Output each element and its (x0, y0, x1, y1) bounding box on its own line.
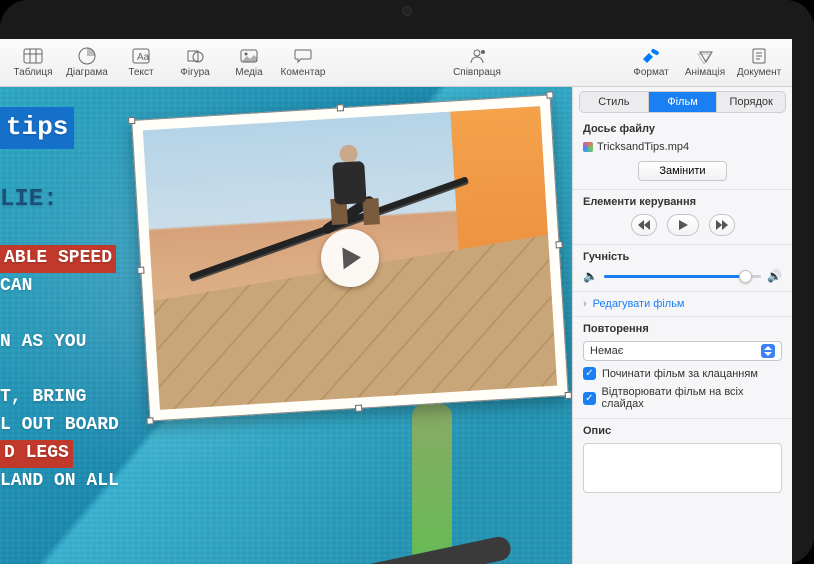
resize-handle[interactable] (137, 267, 144, 274)
svg-text:Aa: Aa (137, 52, 150, 63)
resize-handle[interactable] (337, 104, 344, 111)
select-arrows-icon (761, 344, 775, 358)
resize-handle[interactable] (128, 117, 135, 124)
toolbar-animate-button[interactable]: Анімація (678, 41, 732, 85)
toolbar-table-button[interactable]: Таблиця (6, 41, 60, 85)
resize-handle[interactable] (355, 405, 362, 412)
toolbar-label: Співпраця (453, 67, 501, 78)
checkbox-checked-icon: ✓ (583, 392, 596, 405)
toolbar-label: Анімація (685, 67, 725, 78)
toolbar-label: Формат (633, 67, 669, 78)
tab-style[interactable]: Стиль (580, 92, 649, 112)
checkbox-start-on-click[interactable]: ✓ Починати фільм за клацанням (583, 367, 782, 380)
resize-handle[interactable] (546, 91, 553, 98)
toolbar-comment-button[interactable]: Коментар (276, 41, 330, 85)
toolbar-format-button[interactable]: Формат (624, 41, 678, 85)
chevron-right-icon: › (583, 298, 587, 310)
section-heading: Досьє файлу (583, 123, 782, 135)
section-heading: Повторення (583, 323, 782, 335)
checkbox-label: Відтворювати фільм на всіх слайдах (602, 386, 782, 410)
toolbar-label: Документ (737, 67, 781, 78)
toolbar-shape-button[interactable]: Фігура (168, 41, 222, 85)
play-button[interactable] (667, 214, 699, 236)
replace-button[interactable]: Замінити (638, 161, 726, 181)
media-icon (237, 47, 261, 65)
file-section: Досьє файлу TricksandTips.mp4 Замінити (573, 117, 792, 190)
format-icon (639, 47, 663, 65)
toolbar-collab-button[interactable]: Співпраця (450, 41, 504, 85)
checkbox-play-all-slides[interactable]: ✓ Відтворювати фільм на всіх слайдах (583, 386, 782, 410)
controls-section: Елементи керування (573, 190, 792, 245)
filename-label: TricksandTips.mp4 (597, 141, 689, 153)
resize-handle[interactable] (146, 417, 153, 424)
toolbar-label: Текст (128, 67, 153, 78)
shape-icon (183, 47, 207, 65)
video-object[interactable] (131, 94, 569, 421)
volume-max-icon: 🔊 (767, 269, 782, 283)
toolbar-left-group: Таблиця Діаграма Aa Текст Фігура Медіа (6, 41, 330, 85)
toolbar-media-button[interactable]: Медіа (222, 41, 276, 85)
toolbar-text-button[interactable]: Aa Текст (114, 41, 168, 85)
checkbox-label: Починати фільм за клацанням (602, 368, 758, 380)
tab-arrange[interactable]: Порядок (717, 92, 785, 112)
repeat-value: Немає (590, 345, 623, 357)
slide-canvas[interactable]: tips LIE: ABLE SPEED CAN N AS YOU T, BRI… (0, 87, 572, 564)
file-badge: TricksandTips.mp4 (583, 141, 689, 153)
collab-icon (465, 47, 489, 65)
volume-slider[interactable] (604, 275, 761, 278)
slide-title: tips (0, 107, 74, 149)
forward-button[interactable] (709, 214, 735, 236)
chart-icon (75, 47, 99, 65)
tab-movie[interactable]: Фільм (649, 92, 718, 112)
slide-body-text: ABLE SPEED CAN N AS YOU T, BRINGL OUT BO… (0, 245, 119, 496)
table-icon (21, 47, 45, 65)
slide-subtitle: LIE: (0, 181, 58, 218)
comment-icon (291, 47, 315, 65)
section-heading: Гучність (583, 251, 782, 263)
toolbar: Таблиця Діаграма Aa Текст Фігура Медіа (0, 39, 792, 87)
toolbar-label: Фігура (180, 67, 209, 78)
document-icon (747, 47, 771, 65)
volume-section: Гучність 🔈 🔊 (573, 245, 792, 292)
toolbar-label: Діаграма (66, 67, 108, 78)
section-heading: Опис (583, 425, 782, 437)
animate-icon (693, 47, 717, 65)
rewind-button[interactable] (631, 214, 657, 236)
description-textarea[interactable] (583, 443, 782, 493)
toolbar-right-group: Формат Анімація Документ (624, 41, 786, 85)
resize-handle[interactable] (555, 241, 562, 248)
resize-handle[interactable] (565, 392, 572, 399)
checkbox-checked-icon: ✓ (583, 367, 596, 380)
repeat-section: Повторення Немає ✓ Починати фільм за кла… (573, 317, 792, 419)
toolbar-document-button[interactable]: Документ (732, 41, 786, 85)
inspector-tabs: Стиль Фільм Порядок (579, 91, 786, 113)
camera-notch (402, 6, 412, 16)
edit-movie-disclosure[interactable]: › Редагувати фільм (573, 292, 792, 317)
inspector-panel: Стиль Фільм Порядок Досьє файлу Tricksan… (572, 87, 792, 564)
toolbar-label: Таблиця (13, 67, 52, 78)
toolbar-chart-button[interactable]: Діаграма (60, 41, 114, 85)
toolbar-label: Коментар (281, 67, 326, 78)
description-section: Опис (573, 419, 792, 504)
highlight-text: tips (0, 107, 74, 149)
file-type-icon (583, 142, 593, 152)
section-heading: Елементи керування (583, 196, 782, 208)
edit-movie-label: Редагувати фільм (593, 298, 685, 310)
volume-min-icon: 🔈 (583, 269, 598, 283)
skateboard-graphic (382, 394, 492, 564)
repeat-select[interactable]: Немає (583, 341, 782, 361)
text-icon: Aa (129, 47, 153, 65)
toolbar-label: Медіа (235, 67, 262, 78)
